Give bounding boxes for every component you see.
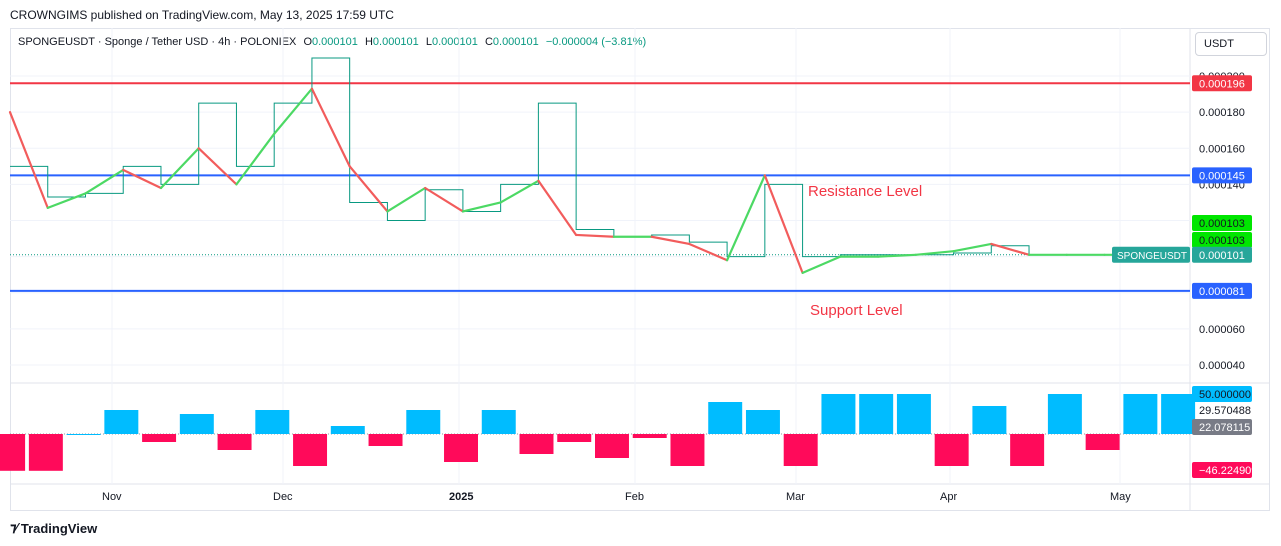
oscillator-bar[interactable] xyxy=(708,402,743,434)
moving-average-segment[interactable] xyxy=(273,87,314,135)
osc-lower-badge: −46.224909 xyxy=(1199,465,1257,477)
moving-average-segment[interactable] xyxy=(424,186,465,213)
moving-average-segment[interactable] xyxy=(197,147,238,186)
moving-average-segment[interactable] xyxy=(159,147,200,190)
oscillator-bar[interactable] xyxy=(1123,394,1158,434)
oscillator-bar[interactable] xyxy=(179,414,214,434)
oscillator-bar[interactable] xyxy=(595,434,629,458)
moving-average-segment[interactable] xyxy=(348,165,389,213)
osc-upper-badge: 50.000000 xyxy=(1199,389,1251,401)
moving-average-segment[interactable] xyxy=(650,235,691,246)
oscillator-bar[interactable] xyxy=(783,434,818,466)
level-lines[interactable] xyxy=(10,82,1190,292)
moving-average-segment[interactable] xyxy=(575,233,615,238)
time-label: 2025 xyxy=(449,491,473,503)
oscillator-bar[interactable] xyxy=(28,434,63,471)
osc-value-1: 29.570488 xyxy=(1199,405,1251,417)
oscillator-bar[interactable] xyxy=(896,394,931,434)
time-label: May xyxy=(1110,491,1131,503)
oscillator-bar[interactable] xyxy=(745,410,780,434)
moving-average-segment[interactable] xyxy=(122,168,163,190)
oscillator-bar[interactable] xyxy=(330,426,365,434)
support-annotation[interactable]: Support Level xyxy=(810,302,903,319)
price-line[interactable] xyxy=(10,57,1188,258)
time-label: Feb xyxy=(625,491,644,503)
oscillator-bar[interactable] xyxy=(519,434,554,454)
oscillator-bar[interactable] xyxy=(481,410,516,434)
moving-average-segment[interactable] xyxy=(914,250,955,256)
price-tick-label: 0.000040 xyxy=(1199,360,1245,372)
oscillator-bar[interactable] xyxy=(368,434,403,446)
oscillator-bar[interactable] xyxy=(1161,394,1196,434)
resistance-badge: 0.000145 xyxy=(1199,170,1245,182)
ma-badge-1: 0.000103 xyxy=(1199,218,1245,230)
oscillator-bar[interactable] xyxy=(632,434,667,438)
ma-badge-2: 0.000103 xyxy=(1199,235,1245,247)
price-tick-label: 0.000060 xyxy=(1199,324,1245,336)
oscillator-bar[interactable] xyxy=(217,434,252,450)
moving-average-segment[interactable] xyxy=(763,174,804,274)
oscillator-bar[interactable] xyxy=(934,434,969,466)
oscillator-bar[interactable] xyxy=(444,434,478,462)
oscillator-bar[interactable] xyxy=(0,434,26,471)
oscillator-bar[interactable] xyxy=(1047,394,1082,434)
moving-average-segment[interactable] xyxy=(801,255,842,274)
last-price-badge: 0.000101 xyxy=(1199,250,1245,262)
oscillator-bar[interactable] xyxy=(670,434,705,466)
oscillator-bar[interactable] xyxy=(859,394,894,434)
osc-value-2-badge: 22.078115 xyxy=(1199,422,1250,434)
symbol-tag: SPONGEUSDT xyxy=(1117,251,1187,262)
oscillator-bar[interactable] xyxy=(255,410,290,434)
price-tick-label: 0.000160 xyxy=(1199,143,1245,155)
oscillator-bar[interactable] xyxy=(972,406,1007,434)
moving-average-segment[interactable] xyxy=(386,186,427,213)
moving-average-segment[interactable] xyxy=(84,168,125,195)
moving-average-segment[interactable] xyxy=(310,87,351,168)
moving-average-segment[interactable] xyxy=(46,192,87,209)
time-label: Dec xyxy=(273,491,293,503)
oscillator-bar[interactable] xyxy=(406,410,441,434)
time-label: Nov xyxy=(102,491,122,503)
moving-average-segment[interactable] xyxy=(537,179,578,237)
moving-average-segment[interactable] xyxy=(725,174,766,262)
tradingview-brand: TradingView xyxy=(20,520,98,536)
oscillator[interactable] xyxy=(0,394,1196,471)
moving-average-segment[interactable] xyxy=(952,242,993,253)
resistance-top-badge: 0.000196 xyxy=(1199,78,1245,90)
time-label: Mar xyxy=(786,491,805,503)
oscillator-bar[interactable] xyxy=(66,434,101,435)
tradingview-logo-icon: ⁊⁄ xyxy=(10,520,18,535)
oscillator-bar[interactable] xyxy=(1010,434,1045,466)
moving-average-segment[interactable] xyxy=(688,242,729,262)
price-tick-label: 0.000180 xyxy=(1199,107,1245,119)
price-chart[interactable]: 0.0002000.0001800.0001600.0001400.000060… xyxy=(0,0,1281,546)
price-series[interactable] xyxy=(8,57,1188,274)
oscillator-bar[interactable] xyxy=(1085,434,1120,450)
resistance-annotation[interactable]: Resistance Level xyxy=(808,183,922,200)
oscillator-bar[interactable] xyxy=(821,394,856,434)
tradingview-logo[interactable]: ⁊⁄ TradingView xyxy=(10,520,97,536)
moving-average-segment[interactable] xyxy=(461,201,502,213)
time-label: Apr xyxy=(940,491,957,503)
support-badge: 0.000081 xyxy=(1199,286,1245,298)
oscillator-bar[interactable] xyxy=(142,434,177,442)
moving-average-segment[interactable] xyxy=(235,132,276,186)
oscillator-bar[interactable] xyxy=(293,434,328,466)
oscillator-bar[interactable] xyxy=(557,434,592,442)
moving-average-segment[interactable] xyxy=(8,111,49,209)
oscillator-bar[interactable] xyxy=(104,410,139,434)
